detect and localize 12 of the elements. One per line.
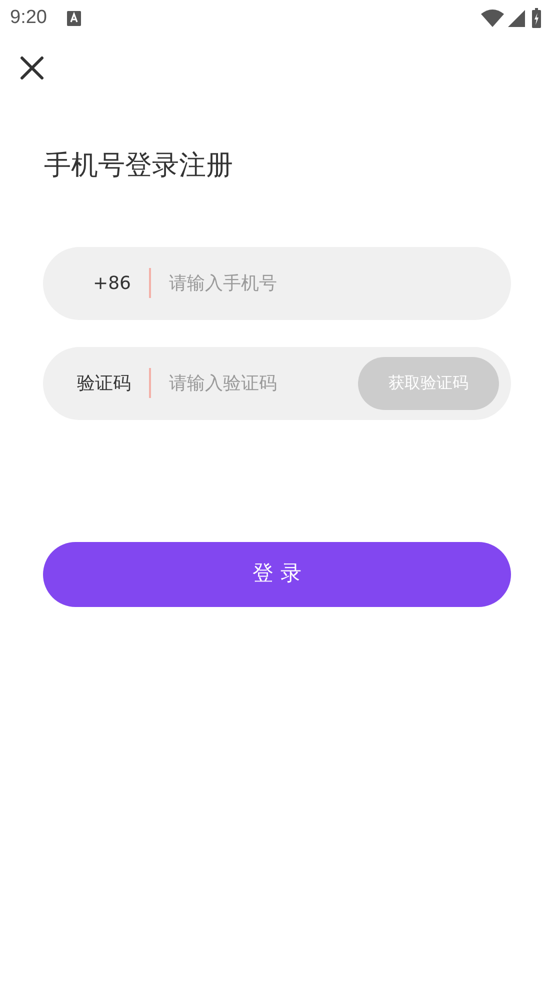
country-code: +86 (92, 272, 132, 296)
signal-icon (508, 10, 525, 26)
phone-field[interactable]: +86 请输入手机号 (43, 246, 511, 320)
status-time: 9:20 (10, 6, 47, 30)
code-input[interactable]: 请输入验证码 (151, 368, 358, 398)
wifi-icon (481, 9, 504, 27)
phone-input[interactable]: 请输入手机号 (151, 268, 511, 298)
code-label: 验证码 (76, 372, 132, 396)
battery-icon (532, 8, 541, 28)
page-title: 手机号登录注册 (44, 149, 234, 183)
login-button[interactable]: 登 录 (43, 542, 511, 606)
keyboard-notification-icon (66, 10, 81, 26)
